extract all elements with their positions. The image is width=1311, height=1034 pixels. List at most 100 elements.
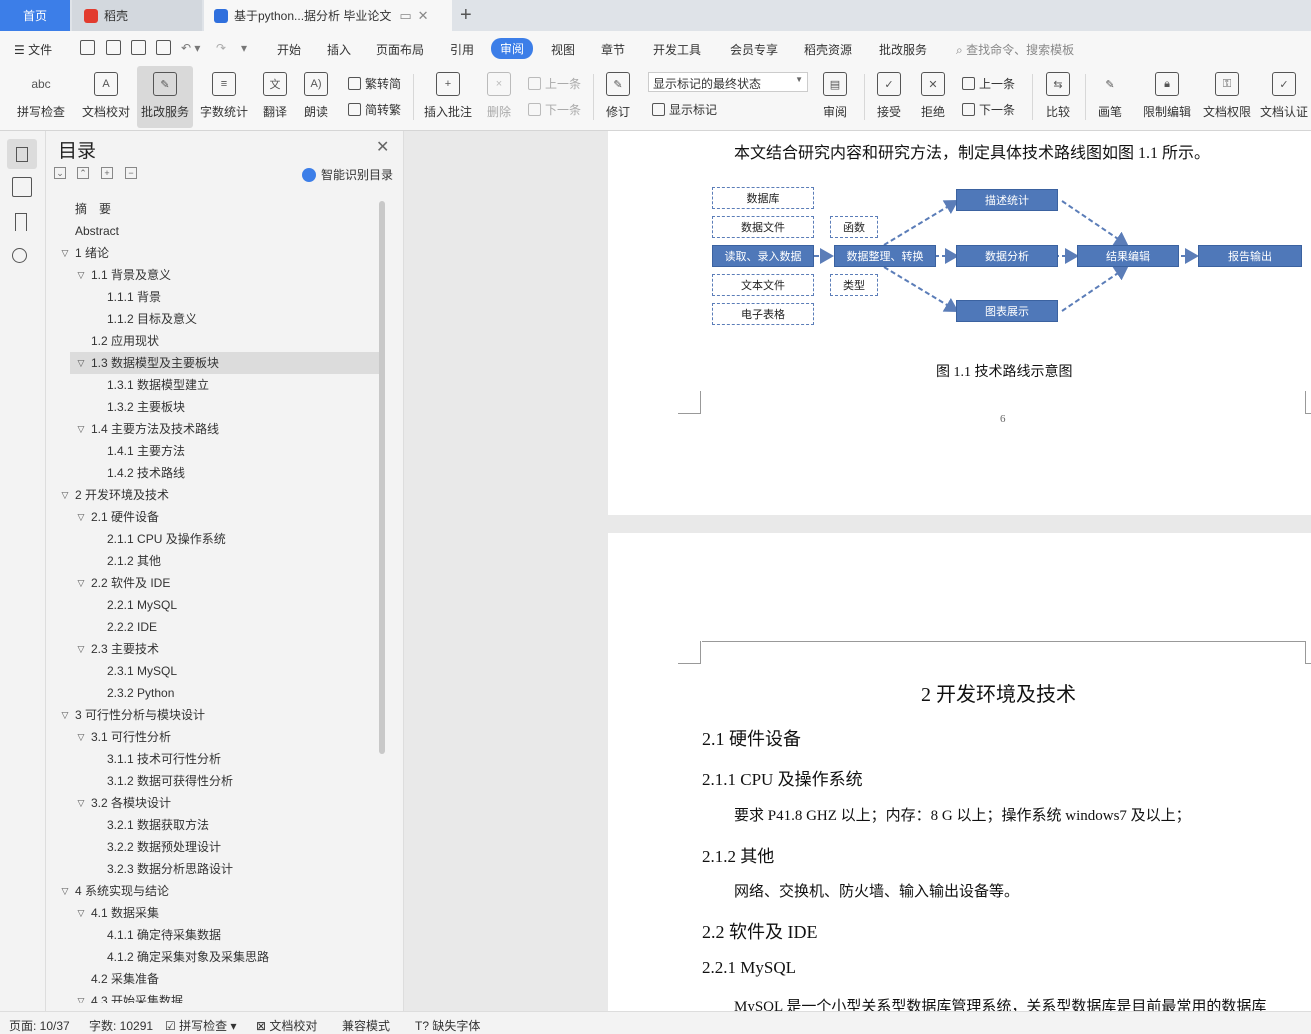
toc-item[interactable]: 4.1.2 确定采集对象及采集思路: [46, 946, 379, 968]
toc-item[interactable]: ▽ 2.2 软件及 IDE: [46, 572, 379, 594]
pen-button[interactable]: ✎ 画笔: [1092, 66, 1128, 128]
menu-start[interactable]: 开始: [277, 41, 301, 58]
spellcheck-status[interactable]: ☑ 拼写检查 ▾: [165, 1017, 237, 1034]
tab-home[interactable]: 首页: [0, 0, 70, 31]
toc-item[interactable]: 2.1.1 CPU 及操作系统: [46, 528, 379, 550]
menu-developer[interactable]: 开发工具: [653, 41, 701, 58]
insert-comment-button[interactable]: + 插入批注: [420, 66, 476, 128]
menu-references[interactable]: 引用: [450, 41, 474, 58]
toc-item[interactable]: 3.2.1 数据获取方法: [46, 814, 379, 836]
remove-heading-icon[interactable]: −: [125, 167, 137, 179]
bookmark-icon[interactable]: [15, 213, 27, 231]
review-pane-button[interactable]: ▤ 审阅: [814, 66, 856, 128]
accept-button[interactable]: ✓ 接受: [870, 66, 908, 128]
toc-item[interactable]: ▽ 2.3 主要技术: [46, 638, 379, 660]
toc-item[interactable]: ▽ 3.1 可行性分析: [46, 726, 379, 748]
expand-up-icon[interactable]: ⌃: [77, 167, 89, 179]
undo-icon[interactable]: ↶ ▾: [181, 41, 200, 55]
chevron-down-icon[interactable]: ▽: [76, 902, 86, 924]
toc-scrollbar[interactable]: [379, 201, 385, 754]
chevron-down-icon[interactable]: ▽: [76, 352, 86, 374]
menu-daoke-resources[interactable]: 稻壳资源: [804, 41, 852, 58]
menu-insert[interactable]: 插入: [327, 41, 351, 58]
chapter-nav-icon[interactable]: [12, 177, 32, 197]
menu-page-layout[interactable]: 页面布局: [376, 41, 424, 58]
review-service-button[interactable]: ✎ 批改服务: [137, 66, 193, 128]
toc-item[interactable]: 2.2.1 MySQL: [46, 594, 379, 616]
toc-item[interactable]: 1.3.1 数据模型建立: [46, 374, 379, 396]
smart-toc-button[interactable]: 智能识别目录: [302, 166, 393, 183]
toc-item[interactable]: 3.2.2 数据预处理设计: [46, 836, 379, 858]
next-change-button[interactable]: 下一条: [962, 101, 1015, 118]
toc-item[interactable]: ▽ 1.1 背景及意义: [46, 264, 379, 286]
chevron-down-icon[interactable]: ▽: [76, 264, 86, 286]
customize-toolbar-icon[interactable]: ▾: [241, 41, 247, 55]
chevron-down-icon[interactable]: ▽: [76, 990, 86, 1003]
word-count-indicator[interactable]: 字数: 10291: [89, 1017, 153, 1034]
toc-item[interactable]: 1.4.2 技术路线: [46, 462, 379, 484]
toc-item[interactable]: 2.2.2 IDE: [46, 616, 379, 638]
doc-proof-button[interactable]: A 文档校对: [78, 66, 134, 128]
toc-item[interactable]: 1.2 应用现状: [46, 330, 379, 352]
redo-icon[interactable]: ↷: [216, 41, 226, 55]
tab-document[interactable]: 基于python...据分析 毕业论文 ▭ ✕: [204, 0, 452, 31]
search-icon[interactable]: [12, 248, 27, 263]
toc-item[interactable]: ▽ 1 绪论: [46, 242, 379, 264]
toc-item[interactable]: 1.4.1 主要方法: [46, 440, 379, 462]
toc-item[interactable]: ▽ 2.1 硬件设备: [46, 506, 379, 528]
toc-item[interactable]: 3.1.1 技术可行性分析: [46, 748, 379, 770]
toc-item[interactable]: ▽ 1.3 数据模型及主要板块: [70, 352, 379, 374]
print-icon[interactable]: [131, 40, 146, 55]
reject-button[interactable]: ✕ 拒绝: [914, 66, 952, 128]
prev-comment-button[interactable]: 上一条: [528, 75, 581, 92]
toc-item[interactable]: 3.2.3 数据分析思路设计: [46, 858, 379, 880]
toc-item[interactable]: ▽ 4.1 数据采集: [46, 902, 379, 924]
tab-pin-icon[interactable]: ▭: [399, 8, 411, 24]
tab-daoke[interactable]: 稻壳: [72, 0, 202, 31]
word-count-button[interactable]: ≡ 字数统计: [196, 66, 252, 128]
menu-member[interactable]: 会员专享: [730, 41, 778, 58]
chevron-down-icon[interactable]: ▽: [76, 506, 86, 528]
add-heading-icon[interactable]: +: [101, 167, 113, 179]
chevron-down-icon[interactable]: ▽: [76, 792, 86, 814]
menu-review[interactable]: 审阅: [491, 38, 534, 59]
chevron-down-icon[interactable]: ▽: [76, 418, 86, 440]
toc-item[interactable]: 3.1.2 数据可获得性分析: [46, 770, 379, 792]
read-aloud-button[interactable]: A) 朗读: [298, 66, 334, 128]
toc-item[interactable]: ▽ 1.4 主要方法及技术路线: [46, 418, 379, 440]
track-changes-button[interactable]: ✎ 修订: [600, 66, 636, 128]
toc-item[interactable]: ▽ 3 可行性分析与模块设计: [46, 704, 379, 726]
toc-item[interactable]: Abstract: [46, 220, 379, 242]
toc-item[interactable]: 2.3.2 Python: [46, 682, 379, 704]
delete-comment-button[interactable]: × 删除: [480, 66, 518, 128]
toc-panel-icon[interactable]: [7, 139, 37, 169]
toc-item[interactable]: 2.3.1 MySQL: [46, 660, 379, 682]
chevron-down-icon[interactable]: ▽: [76, 572, 86, 594]
toc-item[interactable]: ▽ 4 系统实现与结论: [46, 880, 379, 902]
markup-state-select[interactable]: 显示标记的最终状态 ▼: [648, 72, 808, 92]
restrict-edit-button[interactable]: 🔒︎ 限制编辑: [1138, 66, 1196, 128]
file-menu[interactable]: ☰ 文件: [14, 41, 52, 58]
tab-close-icon[interactable]: ✕: [418, 8, 429, 24]
doc-permission-button[interactable]: ⚿ 文档权限: [1198, 66, 1256, 128]
new-tab-icon[interactable]: +: [460, 4, 472, 27]
toc-item[interactable]: 4.1.1 确定待采集数据: [46, 924, 379, 946]
collapse-all-icon[interactable]: ⌄: [54, 167, 66, 179]
compare-button[interactable]: ⇆ 比较: [1038, 66, 1078, 128]
page-indicator[interactable]: 页面: 10/37: [9, 1017, 70, 1034]
chevron-down-icon[interactable]: ▽: [60, 704, 70, 726]
toc-item[interactable]: 摘 要: [46, 198, 379, 220]
spellcheck-button[interactable]: abc 拼写检查: [8, 66, 74, 128]
save-icon[interactable]: [80, 40, 95, 55]
command-search[interactable]: ⌕ 查找命令、搜索模板: [956, 41, 1074, 58]
next-comment-button[interactable]: 下一条: [528, 101, 581, 118]
chevron-down-icon[interactable]: ▽: [60, 880, 70, 902]
prev-change-button[interactable]: 上一条: [962, 75, 1015, 92]
missing-font-status[interactable]: T? 缺失字体: [415, 1017, 480, 1034]
chevron-down-icon[interactable]: ▽: [60, 484, 70, 506]
menu-review-service[interactable]: 批改服务: [879, 41, 927, 58]
close-icon[interactable]: ✕: [376, 137, 389, 157]
chevron-down-icon[interactable]: ▽: [76, 726, 86, 748]
toc-item[interactable]: 4.2 采集准备: [46, 968, 379, 990]
toc-item[interactable]: 1.3.2 主要板块: [46, 396, 379, 418]
